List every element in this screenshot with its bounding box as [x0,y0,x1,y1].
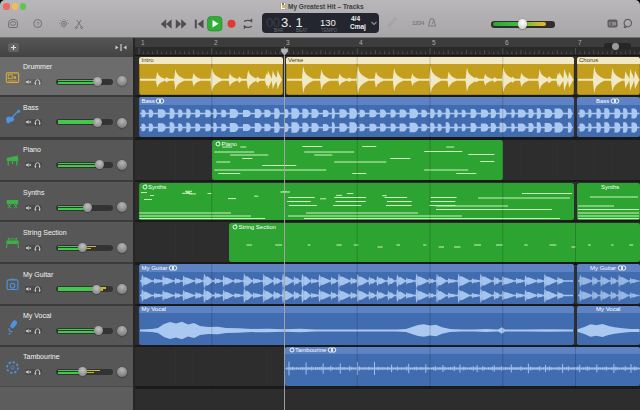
svg-text:?: ? [36,21,40,27]
